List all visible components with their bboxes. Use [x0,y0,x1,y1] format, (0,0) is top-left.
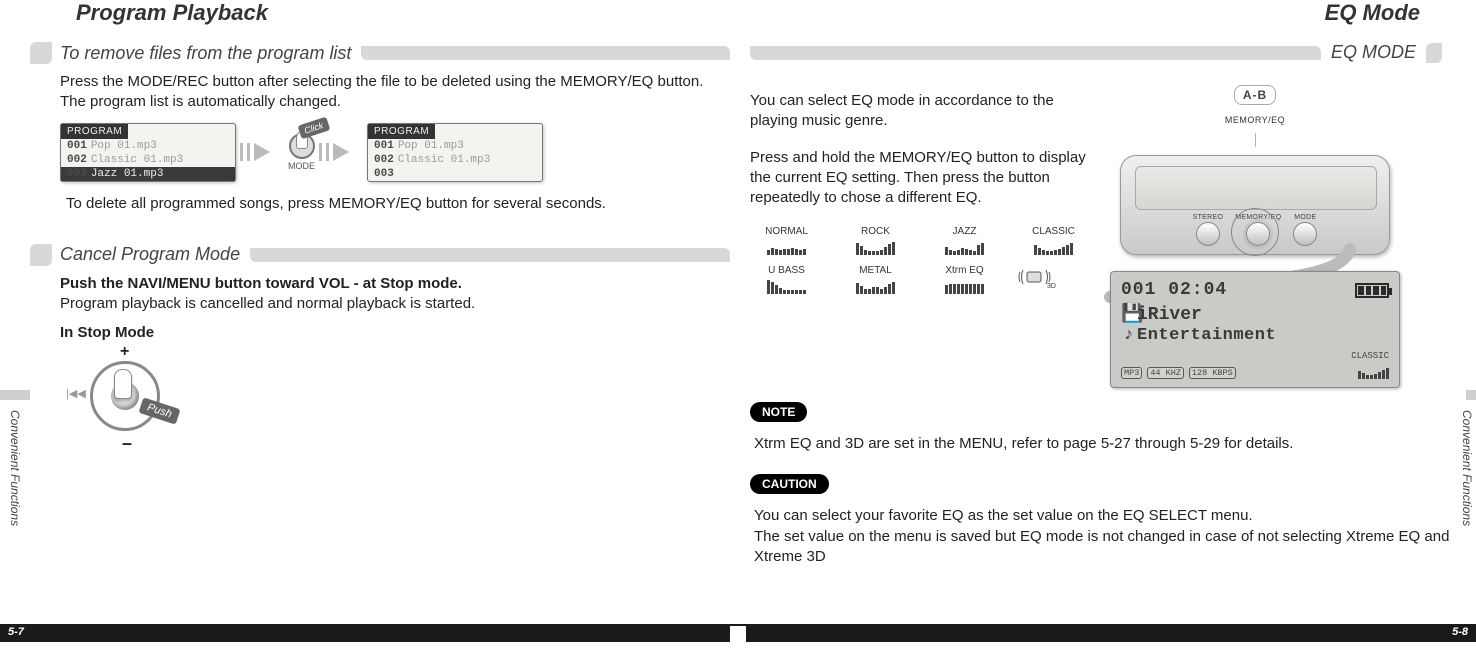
remove-para2: To delete all programmed songs, press ME… [30,194,730,214]
arrow-right-icon [254,143,270,161]
lcd-before: PROGRAM 001Pop 01.mp3 002Classic 01.mp3 … [60,123,236,182]
section-remove-heading: To remove files from the program list [30,42,730,64]
eq-item-jazz: JAZZ [928,226,1001,255]
chip-kbps: 128 KBPS [1189,367,1236,380]
section-line [250,248,730,262]
lcd-after: PROGRAM 001Pop 01.mp3 002Classic 01.mp3 … [367,123,543,182]
lcd-chips: MP3 44 KHZ 128 KBPS [1121,367,1236,380]
lcd-track-time: 001 02:04 [1121,280,1227,300]
list-item: 002Classic 01.mp3 [368,153,542,167]
finger-icon [114,369,132,399]
eq-item-rock: ROCK [839,226,912,255]
page-right: EQ Mode EQ MODE You can select EQ mode i… [750,0,1450,642]
minus-icon: – [122,433,132,454]
page-title-right: EQ Mode [750,0,1450,26]
page-number-right: 5-8 [1444,624,1476,640]
eq-item-metal: METAL [839,265,912,294]
footer-bar-right: 5-8 [746,624,1476,642]
caution-pill: CAUTION [750,474,829,494]
list-item: 002Classic 01.mp3 [61,153,235,167]
program-illustration-row: PROGRAM 001Pop 01.mp3 002Classic 01.mp3 … [60,123,730,182]
eq-text-column: You can select EQ mode in accordance to … [750,85,1090,304]
eq-para1: You can select EQ mode in accordance to … [750,91,1090,132]
memory-eq-label: MEMORY/EQ [1225,115,1285,125]
bullet-icon [1426,43,1442,63]
disk-icon: 💾 [1121,303,1137,325]
page-number-left: 5-7 [0,624,32,640]
list-item: 001Pop 01.mp3 [368,139,542,153]
eq-item-ubass: U BASS [750,265,823,294]
list-item: 003 [368,167,542,181]
lcd-head: PROGRAM [61,124,128,139]
bullet-icon [30,244,52,266]
note-icon: ♪ [1121,326,1137,345]
mode-button-illustration: Click MODE [288,133,315,171]
eq-para2: Press and hold the MEMORY/EQ button to d… [750,148,1090,209]
svg-text:3D: 3D [1047,283,1056,290]
cancel-bold: Push the NAVI/MENU button toward VOL - a… [60,275,462,292]
eq-item-classic: CLASSIC [1017,226,1090,255]
pointer-line-icon [1255,133,1256,147]
list-item-selected: 003Jazz 01.mp3 [61,167,235,181]
lcd-line1: 💾iRiver [1121,303,1389,325]
lcd-line2: ♪Entertainment [1121,326,1389,345]
highlight-ring-icon [1231,208,1279,256]
player-illustration: STEREO MEMORY/EQ MODE [1120,155,1390,255]
chip-mp3: MP3 [1121,367,1142,380]
cancel-text: Program playback is cancelled and normal… [60,295,475,312]
note-pill: NOTE [750,402,807,422]
navi-illustration: + |◀◀ – Push [60,347,210,457]
stop-mode-subhead: In Stop Mode [60,324,730,341]
caution-text: You can select your favorite EQ as the s… [754,506,1450,567]
page-title-left: Program Playback [30,0,730,26]
ab-label: A-B [1234,85,1276,105]
remove-para: Press the MODE/REC button after selectin… [30,72,730,113]
battery-icon [1355,283,1389,298]
player-button-mode: MODE [1293,214,1317,246]
prev-icon: |◀◀ [66,387,86,400]
click-tag: Click [298,117,330,139]
note-text: Xtrm EQ and 3D are set in the MENU, refe… [754,434,1450,454]
plus-icon: + [120,343,129,361]
eq-item-3d: 3D [1017,265,1090,294]
eq-item-normal: NORMAL [750,226,823,255]
side-tick-right [1466,390,1476,400]
bullet-icon [30,42,52,64]
cancel-para: Push the NAVI/MENU button toward VOL - a… [30,274,730,315]
eq-figure-column: A-B MEMORY/EQ STEREO MEMORY/EQ MODE 001 … [1110,85,1400,388]
lcd-head: PROGRAM [368,124,435,139]
section-line [750,46,1321,60]
section-remove-label: To remove files from the program list [60,43,351,64]
section-cancel-heading: Cancel Program Mode [30,244,730,266]
lcd-display: 001 02:04 💾iRiver ♪Entertainment MP3 44 … [1110,271,1400,388]
player-button-stereo: STEREO [1193,214,1224,246]
list-item: 001Pop 01.mp3 [61,139,235,153]
side-label-right: Convenient Functions [1460,410,1474,526]
mode-caption: MODE [288,161,315,171]
footer-bar-left: 5-7 [0,624,730,642]
eq-item-xtrm: Xtrm EQ [928,265,1001,294]
speaker-3d-icon: 3D [1017,266,1055,288]
section-line [361,46,730,60]
section-eq-label: EQ MODE [1331,42,1416,63]
lcd-eq-footer: CLASSIC [1351,351,1389,379]
side-label-left: Convenient Functions [8,410,22,526]
eq-grid: NORMAL ROCK JAZZ CLASSIC U BASS METAL Xt… [750,226,1090,294]
page-left: Program Playback To remove files from th… [30,0,730,642]
section-eq-heading: EQ MODE [750,42,1450,63]
side-tick-left [0,390,30,400]
arrow-right-icon [333,143,349,161]
section-cancel-label: Cancel Program Mode [60,244,240,265]
chip-khz: 44 KHZ [1147,367,1184,380]
